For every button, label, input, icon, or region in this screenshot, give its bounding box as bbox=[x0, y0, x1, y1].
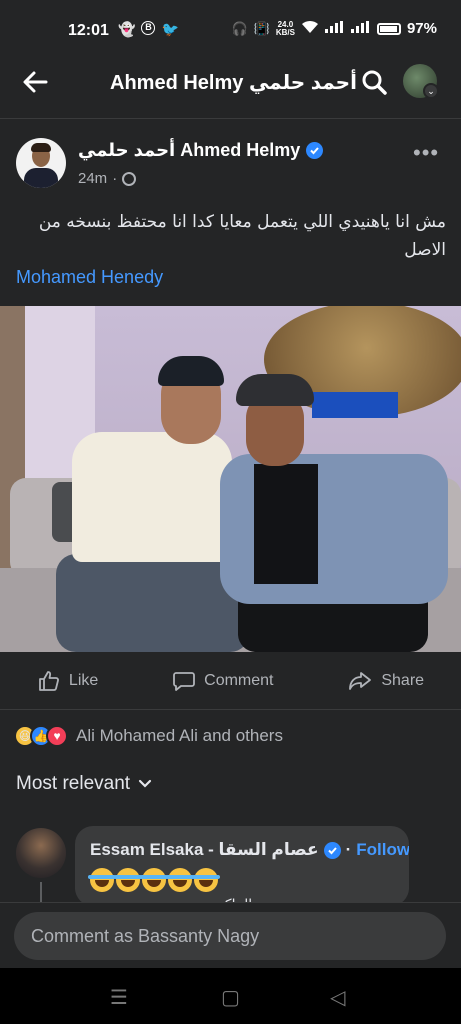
page-title: Ahmed Helmy أحمد حلمي bbox=[110, 72, 357, 94]
search-icon[interactable] bbox=[358, 66, 390, 98]
share-label: Share bbox=[381, 671, 425, 689]
globe-icon bbox=[122, 171, 137, 186]
signal-icon-2 bbox=[350, 21, 371, 36]
post-actions: Like Comment Share bbox=[0, 652, 461, 710]
comment-author-row: Essam Elsaka - عصام السقا · Follow bbox=[90, 840, 409, 860]
comment-emojis bbox=[88, 868, 220, 892]
tears-of-joy-emoji-icon bbox=[192, 868, 220, 892]
status-bar: 12:01 👻 B 🐦 🎧 📳 24.0 KB/S 97% bbox=[0, 0, 461, 60]
divider bbox=[0, 118, 461, 119]
net-speed: 24.0 KB/S bbox=[275, 20, 295, 37]
vibrate-icon: 📳 bbox=[253, 20, 270, 36]
system-status-icons: 🎧 📳 24.0 KB/S 97% bbox=[231, 20, 437, 37]
net-speed-unit: KB/S bbox=[275, 27, 295, 37]
post-photo[interactable] bbox=[0, 306, 461, 652]
post-text: مش انا ياهنيدي اللي يتعمل معايا كدا انا … bbox=[38, 212, 446, 260]
signal-icon bbox=[324, 21, 345, 36]
notification-icons: 👻 B 🐦 bbox=[118, 21, 179, 38]
author-name[interactable]: أحمد حلمي Ahmed Helmy bbox=[78, 140, 300, 161]
verified-badge-icon bbox=[306, 142, 324, 159]
headphones-icon: 🎧 bbox=[231, 20, 248, 36]
share-icon bbox=[349, 671, 372, 690]
comment-icon bbox=[173, 671, 196, 691]
chevron-down-icon[interactable]: ⌄ bbox=[423, 83, 439, 99]
like-label: Like bbox=[68, 671, 99, 689]
comment-sort-dropdown[interactable]: Most relevant bbox=[16, 773, 152, 795]
separator-dot: · bbox=[112, 170, 118, 187]
like-button[interactable]: Like bbox=[37, 669, 98, 693]
author-name-row[interactable]: أحمد حلمي Ahmed Helmy bbox=[78, 140, 324, 161]
comment-input[interactable]: Comment as Bassanty Nagy bbox=[14, 912, 446, 960]
comment-composer-bar: Comment as Bassanty Nagy bbox=[0, 902, 461, 968]
home-icon[interactable]: ▢ bbox=[221, 985, 240, 1010]
follow-button[interactable]: Follow bbox=[356, 840, 409, 860]
battery-percent: 97% bbox=[406, 20, 437, 37]
share-button[interactable]: Share bbox=[347, 669, 424, 693]
thread-line bbox=[40, 882, 42, 902]
love-reaction-icon: ♥ bbox=[46, 725, 68, 747]
post-header: أحمد حلمي Ahmed Helmy 24m · ••• bbox=[0, 130, 461, 200]
comment-label: Comment bbox=[204, 671, 274, 689]
tears-of-joy-emoji-icon bbox=[140, 868, 168, 892]
back-icon[interactable]: ◁ bbox=[330, 985, 345, 1010]
separator-dot: · bbox=[345, 840, 352, 859]
reactions-text: Ali Mohamed Ali and others bbox=[76, 726, 283, 745]
author-avatar[interactable] bbox=[16, 138, 66, 188]
recent-apps-icon[interactable]: ☰ bbox=[110, 985, 128, 1010]
snapchat-icon: 👻 bbox=[118, 21, 136, 37]
commenter-name[interactable]: Essam Elsaka - عصام السقا bbox=[90, 840, 319, 860]
wifi-icon bbox=[301, 20, 319, 37]
thumbs-up-icon bbox=[39, 670, 59, 691]
top-navigation: Ahmed Helmy أحمد حلمي ⌄ bbox=[0, 60, 461, 104]
battery-icon bbox=[376, 22, 401, 35]
commenter-avatar[interactable] bbox=[16, 828, 66, 878]
twitter-icon: 🐦 bbox=[161, 21, 179, 37]
back-arrow-icon[interactable] bbox=[20, 66, 52, 98]
post-meta: 24m · bbox=[78, 170, 137, 187]
clock: 12:01 bbox=[68, 22, 109, 39]
tears-of-joy-emoji-icon bbox=[114, 868, 142, 892]
comment-button[interactable]: Comment bbox=[172, 669, 274, 693]
post-time[interactable]: 24m bbox=[78, 170, 107, 187]
reactions-summary[interactable]: 😆 👍 ♥ Ali Mohamed Ali and others bbox=[14, 722, 283, 750]
more-options-icon[interactable]: ••• bbox=[413, 140, 439, 166]
comment-bubble: Essam Elsaka - عصام السقا · Follow ...ة … bbox=[75, 826, 409, 906]
tears-of-joy-emoji-icon bbox=[88, 868, 116, 892]
system-navigation-bar: ☰ ▢ ◁ bbox=[0, 968, 461, 1024]
chevron-down-icon bbox=[138, 779, 152, 788]
mention-link[interactable]: Mohamed Henedy bbox=[16, 267, 163, 288]
verified-badge-icon bbox=[323, 841, 341, 859]
b-icon: B bbox=[141, 21, 156, 35]
tears-of-joy-emoji-icon bbox=[166, 868, 194, 892]
sort-label: Most relevant bbox=[16, 773, 131, 794]
